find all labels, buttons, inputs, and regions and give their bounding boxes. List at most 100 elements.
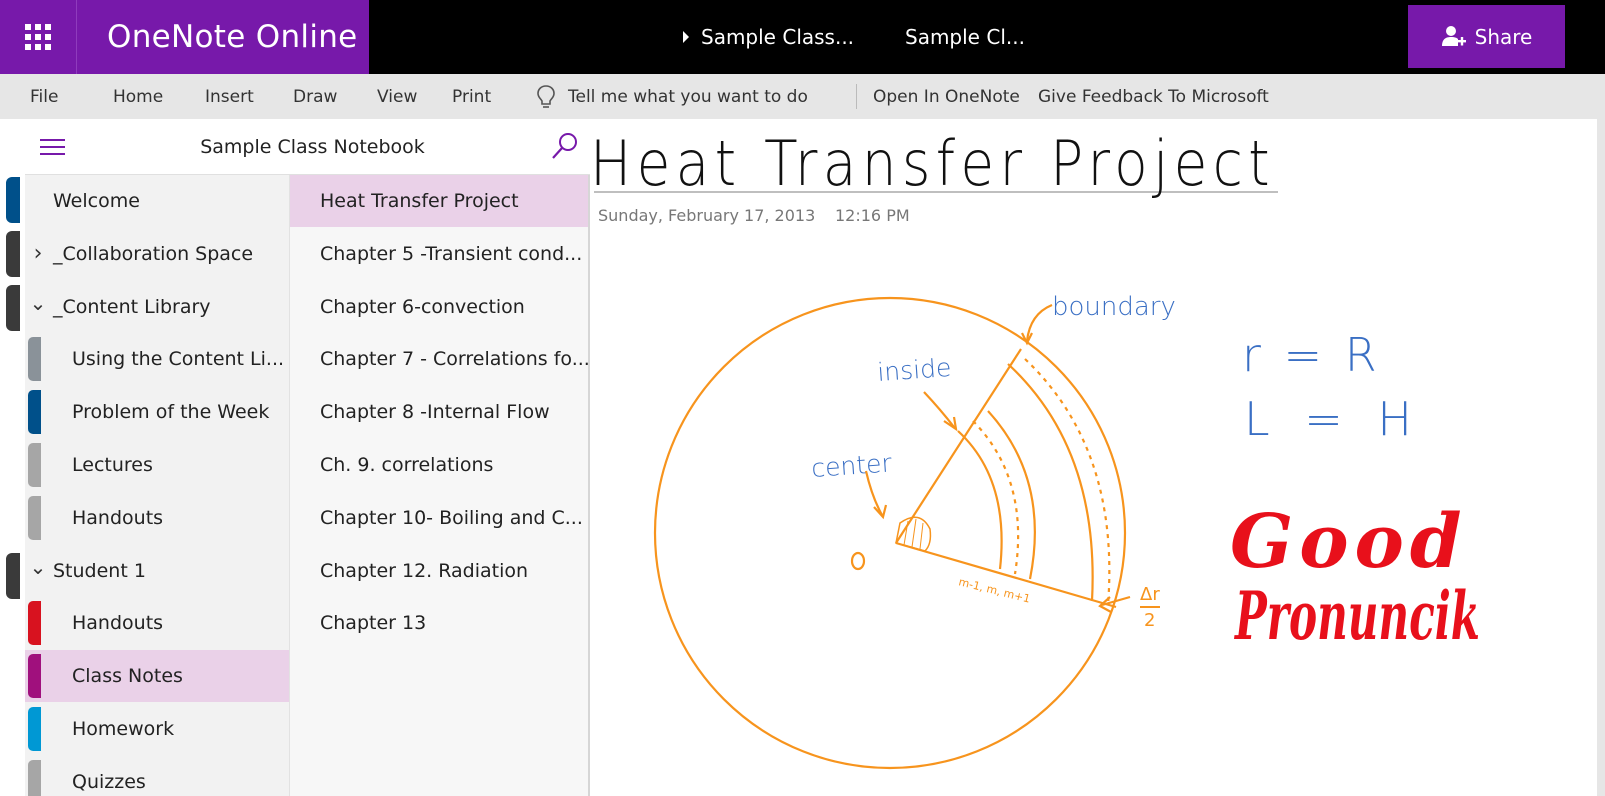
section-item-label: Problem of the Week [72,401,270,424]
boundary-label: boundary [1052,292,1176,322]
section-item[interactable]: Problem of the Week [25,386,289,438]
page-item[interactable]: Chapter 7 - Correlations fo... [290,333,590,385]
section-color-tab [28,337,41,382]
section-item[interactable]: ⌄ _Content Library [25,281,289,333]
boundary-arc-1 [1007,363,1094,602]
page-item[interactable]: Chapter 6-convection [290,281,588,333]
section-item-label: Welcome [53,190,140,212]
equation-l: L = H [1244,392,1422,446]
section-item-label: _Collaboration Space [53,242,254,265]
notebook-tab[interactable] [6,231,20,277]
page-item[interactable]: Chapter 8 -Internal Flow [290,386,588,438]
notebook-tab[interactable] [6,285,20,331]
scrollbar[interactable] [1597,74,1605,796]
delta-r-denominator: 2 [1144,610,1155,631]
section-item-label: _Content Library [53,295,211,318]
page-time: 12:16 PM [835,206,910,225]
page-item[interactable]: Chapter 12. Radiation [290,545,588,597]
tell-me-label: Tell me what you want to do [568,86,808,107]
equation-r: r = R [1242,328,1381,382]
waffle-icon [25,24,51,50]
section-item[interactable]: Homework [25,703,289,755]
section-color-tab [28,707,41,751]
section-item[interactable]: › _Collaboration Space [25,228,289,280]
section-list: Welcome › _Collaboration Space ⌄ _Content Li… [25,175,289,796]
page-item-label: Ch. 9. correlations [320,454,494,476]
page-item[interactable]: Chapter 13 [290,597,588,649]
open-in-onenote-button[interactable]: Open In OneNote [873,74,1020,119]
section-item[interactable]: Quizzes [25,756,289,796]
page-item-label: Chapter 10- Boiling and C... [320,506,583,529]
page-item-label: Heat Transfer Project [320,190,519,212]
section-color-tab [28,443,41,487]
section-item-label: Class Notes [72,665,183,688]
section-color-tab [28,654,41,699]
app-name[interactable]: OneNote Online [76,0,369,74]
inside-arrow [923,391,955,428]
center-label: center [810,448,893,483]
page-item-label: Chapter 8 -Internal Flow [320,401,550,424]
tab-draw[interactable]: Draw [293,74,337,119]
breadcrumb-notebook[interactable]: Sample Class... [683,0,854,74]
page-item-label: Chapter 13 [320,612,427,635]
tab-file[interactable]: File [30,74,58,119]
chevron-down-icon[interactable]: ⌄ [30,291,47,315]
notebook-tab[interactable] [6,553,20,599]
section-item-label: Using the Content Li... [72,348,285,371]
page-item[interactable]: Heat Transfer Project [290,175,588,227]
page-item[interactable]: Chapter 5 -Transient cond... [290,228,588,280]
section-item[interactable]: Welcome [25,175,289,227]
inside-label: inside [876,353,952,387]
add-person-icon [1441,25,1466,46]
section-item[interactable]: Using the Content Li... [25,333,289,385]
ribbon: File Home Insert Draw View Print Tell me… [0,74,1605,119]
page-item[interactable]: Ch. 9. correlations [290,439,588,491]
give-feedback-button[interactable]: Give Feedback To Microsoft [1038,74,1269,119]
section-item[interactable]: ⌄ Student 1 [25,545,289,597]
page-date: Sunday, February 17, 2013 [598,206,816,225]
section-item[interactable]: Handouts [25,492,289,544]
caret-right-icon [683,31,689,43]
page-canvas[interactable]: Heat Transfer Project m-1, m, m+1 Δr 2 b… [590,119,1605,796]
share-button[interactable]: Share [1408,5,1565,68]
chevron-right-icon[interactable]: › [31,241,45,266]
notebook-spine [0,175,25,796]
breadcrumb-section[interactable]: Sample Cl... [905,0,1025,74]
section-item-label: Homework [72,718,175,740]
section-item-label: Handouts [72,506,164,529]
breadcrumb-notebook-label: Sample Class... [701,25,855,49]
tab-print[interactable]: Print [452,74,491,119]
section-item-label: Handouts [72,612,164,635]
section-item[interactable]: Class Notes [25,650,289,703]
section-item-label: Lectures [72,454,153,476]
page-list: Heat Transfer Project Chapter 5 -Transien… [289,175,590,796]
tab-home[interactable]: Home [113,74,163,119]
app-launcher-button[interactable] [0,0,76,74]
section-color-tab [28,759,41,796]
tell-me-box[interactable]: Tell me what you want to do [536,74,808,119]
notebook-title[interactable]: Sample Class Notebook [25,119,575,175]
lightbulb-icon [537,84,555,108]
notebook-tab[interactable] [6,177,20,223]
breadcrumb-section-label: Sample Cl... [905,25,1025,49]
ribbon-divider [856,84,857,109]
pronunciation-annotation: Pronuncik [1234,577,1480,655]
page-item-label: Chapter 12. Radiation [320,559,529,582]
section-item[interactable]: Lectures [25,439,289,491]
section-color-tab [28,390,41,435]
section-item-label: Quizzes [72,770,146,793]
search-icon[interactable] [550,131,580,161]
page-item[interactable]: Chapter 10- Boiling and C... [290,492,588,544]
section-color-tab [28,601,41,646]
tab-view[interactable]: View [377,74,417,119]
page-item-label: Chapter 5 -Transient cond... [320,242,583,265]
page-item-label: Chapter 6-convection [320,295,525,318]
notebook-header: Sample Class Notebook [25,119,590,175]
tab-insert[interactable]: Insert [205,74,254,119]
chevron-down-icon[interactable]: ⌄ [30,555,47,579]
section-item-label: Student 1 [53,559,146,582]
delta-r-label: Δr [1140,584,1160,605]
page-item-label: Chapter 7 - Correlations fo... [320,348,590,371]
top-bar: OneNote Online Sample Class... Sample Cl… [0,0,1605,74]
section-item[interactable]: Handouts [25,597,289,649]
